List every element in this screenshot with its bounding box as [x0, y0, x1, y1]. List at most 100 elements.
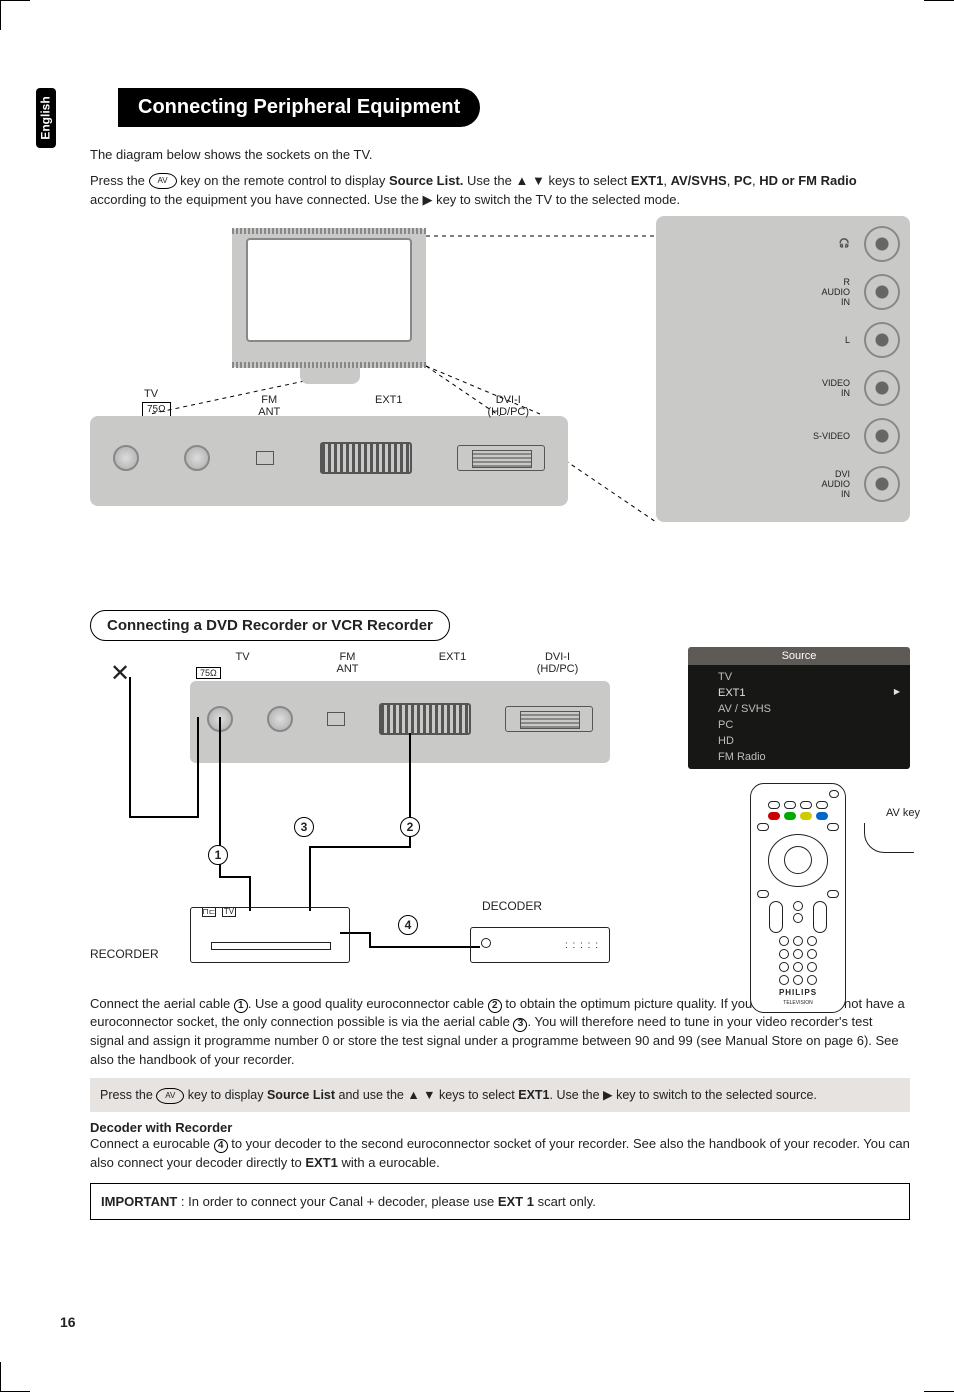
hdfm-bold: HD or FM Radio [759, 173, 857, 188]
num-btn-icon [779, 962, 789, 972]
blue-btn-icon [816, 812, 828, 820]
page-content: Connecting Peripheral Equipment The diag… [90, 88, 910, 1220]
rec-tv-icon: TV [222, 907, 236, 917]
right-arrow-icon: ▶ [603, 1088, 613, 1102]
num-btn-icon [793, 949, 803, 959]
source-item: HD [688, 733, 910, 749]
recorder-label: RECORDER [90, 947, 159, 961]
t: . Use a good quality euroconnector cable [248, 996, 488, 1011]
important-box: IMPORTANT : In order to connect your Can… [90, 1183, 910, 1220]
yellow-btn-icon [800, 812, 812, 820]
video-in-label: VIDEO IN [794, 378, 850, 398]
t: Press the [100, 1088, 156, 1102]
up-down-arrows-icon: ▲ ▼ [407, 1088, 435, 1102]
remote-btn-icon [793, 901, 803, 911]
antenna-icon: ✕ [110, 659, 130, 688]
num-btn-icon [793, 962, 803, 972]
source-menu-title: Source [688, 647, 910, 665]
t: Connect a eurocable [90, 1136, 214, 1151]
vol-rocker-icon [769, 901, 783, 933]
mem-slot-icon [256, 451, 274, 465]
source-menu: Source TVEXT1AV / SVHSPCHDFM Radio PHILI… [688, 647, 910, 769]
t: key to switch to the selected source. [613, 1088, 817, 1102]
speaker-grill-icon [232, 228, 426, 234]
important-label: IMPORTANT [101, 1194, 177, 1209]
green-btn-icon [784, 812, 796, 820]
audio-r-label: R [844, 277, 851, 287]
remote-btn-icon [757, 890, 769, 898]
scart-socket-icon [379, 703, 471, 735]
dvi-label: DVI-I (HD/PC) [449, 394, 569, 418]
audio-in-label: AUDIO IN [821, 287, 850, 307]
dvi-label2: DVI-I (HD/PC) [505, 651, 610, 675]
audio-l-label: L [794, 335, 850, 345]
scart-socket-icon [320, 442, 412, 474]
ch-rocker-icon [813, 901, 827, 933]
inline-callout-1: 1 [234, 999, 248, 1013]
rec-ant-icon: ⊓⊏ [202, 907, 216, 917]
av-key-callout: AV key [886, 807, 920, 819]
t: : In order to connect your Canal + decod… [177, 1194, 498, 1209]
remote-btn-icon [793, 913, 803, 923]
remote-btn-icon [816, 801, 828, 809]
source-item: TV [688, 669, 910, 685]
callout-2: 2 [400, 817, 420, 837]
nav-ring-icon [768, 834, 828, 886]
side-panel: 🎧 RAUDIO IN L VIDEO IN S-VIDEO DVI AUDIO… [656, 216, 910, 522]
num-btn-icon [779, 949, 789, 959]
source-list-bold: Source List [267, 1088, 335, 1102]
language-tab: English [36, 88, 56, 148]
avsvhs-bold: AV/SVHS [671, 173, 727, 188]
recorder-ports: ⊓⊏ TV [202, 907, 236, 917]
av-key-icon: AV [156, 1088, 184, 1104]
intro-block: Press the AV key on the remote control t… [90, 171, 910, 210]
tv-screen [246, 238, 412, 342]
decoder-subheading: Decoder with Recorder [90, 1120, 910, 1135]
remote-btn-icon [827, 890, 839, 898]
dvi-audio-label: DVI AUDIO IN [794, 469, 850, 499]
num-btn-icon [779, 936, 789, 946]
hand-pointer-icon [864, 823, 914, 853]
tip-box: Press the AV key to display Source List … [90, 1078, 910, 1112]
headphone-label: 🎧 [794, 238, 850, 249]
ext1-bold: EXT1 [631, 173, 664, 188]
t: . Use the [550, 1088, 604, 1102]
decoder-box: : : : : : [470, 927, 610, 963]
source-item: AV / SVHS [688, 701, 910, 717]
tv-75ohm-label2: 75Ω [196, 667, 221, 679]
svideo-jack-icon [864, 418, 900, 454]
av-key-icon: AV [149, 173, 177, 189]
decoder-paragraph: Connect a eurocable 4 to your decoder to… [90, 1135, 910, 1173]
remote-sublogo: TELEVISION [783, 1000, 812, 1006]
t: key to switch the TV to the selected mod… [436, 192, 680, 207]
source-item: EXT1 [688, 685, 910, 701]
back-panel: FM ANT EXT1 DVI-I (HD/PC) [90, 416, 568, 506]
callout-4: 4 [398, 915, 418, 935]
num-btn-icon [793, 975, 803, 985]
inline-callout-4: 4 [214, 1139, 228, 1153]
callout-1: 1 [208, 845, 228, 865]
speaker-grill-icon [232, 362, 426, 368]
page-number: 16 [60, 1314, 76, 1330]
audio-r-jack-icon [864, 274, 900, 310]
decoder-label: DECODER [482, 899, 542, 913]
t: key to display [184, 1088, 267, 1102]
tv-ant-socket-icon [207, 706, 233, 732]
callout-3: 3 [294, 817, 314, 837]
t: Press the [90, 173, 149, 188]
dvi-audio-jack-icon [864, 466, 900, 502]
video-in-jack-icon [864, 370, 900, 406]
remote-btn-icon [768, 801, 780, 809]
power-button-icon [829, 790, 839, 799]
back-panel2-labels: TV FM ANT EXT1 DVI-I (HD/PC) [190, 651, 610, 675]
pc-bold: PC [734, 173, 752, 188]
remote-control: PHILIPS TELEVISION [750, 783, 846, 1013]
ext1-bold: EXT1 [518, 1088, 549, 1102]
fm-ant-socket-icon [184, 445, 210, 471]
t: according to the equipment you have conn… [90, 192, 422, 207]
ext1-bold: EXT1 [305, 1155, 338, 1170]
up-down-arrows-icon: ▲ ▼ [515, 171, 544, 191]
fm-ant-label: FM ANT [210, 394, 330, 418]
decoder-dots-icon: : : : : : [565, 940, 599, 951]
t: scart only. [534, 1194, 596, 1209]
